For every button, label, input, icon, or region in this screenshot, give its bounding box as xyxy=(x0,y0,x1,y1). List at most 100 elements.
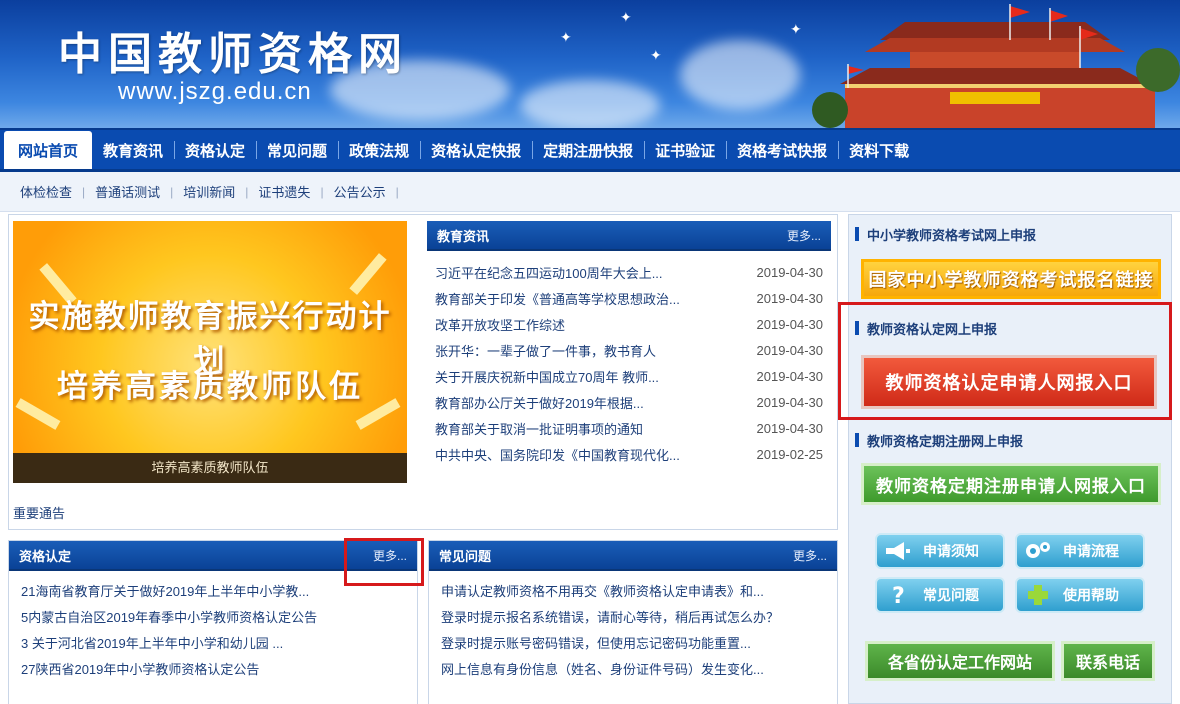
highlight-box-more xyxy=(344,538,424,586)
news-item-title[interactable]: 教育部关于印发《普通高等学校思想政治... xyxy=(435,289,680,308)
nav-item-certificate-verify[interactable]: 证书验证 xyxy=(644,131,726,169)
registration-application-entry-button[interactable]: 教师资格定期注册申请人网报入口 xyxy=(861,463,1161,505)
ray-decoration xyxy=(349,253,387,295)
subnav-separator: | xyxy=(395,184,399,199)
faq-title: 常见问题 xyxy=(439,548,492,564)
news-item[interactable]: 教育部关于印发《普通高等学校思想政治... 2019-04-30 xyxy=(435,285,823,311)
help-label: 使用帮助 xyxy=(1063,587,1119,603)
news-item[interactable]: 改革开放攻坚工作综述 2019-04-30 xyxy=(435,311,823,337)
site-banner: ✦ ✦ ✦ ✦ 中国教师资格网 www.jszg.edu.cn xyxy=(0,0,1180,128)
nav-item-education-news[interactable]: 教育资讯 xyxy=(92,131,174,169)
site-title: 中国教师资格网 xyxy=(58,29,408,80)
nav-item-exam-report[interactable]: 资格考试快报 xyxy=(726,131,838,169)
feature-banner[interactable]: 实施教师教育振兴行动计划 培养高素质教师队伍 培养高素质教师队伍 xyxy=(13,221,407,483)
news-item[interactable]: 关于开展庆祝新中国成立70周年 教师... 2019-04-30 xyxy=(435,363,823,389)
list-item[interactable]: 3 关于河北省2019年上半年中小学和幼儿园 ... xyxy=(21,629,405,655)
education-news-box: 教育资讯 更多... 习近平在纪念五四运动100周年大会上... 2019-04-… xyxy=(427,221,831,497)
highlight-box-cert xyxy=(838,302,1172,420)
list-item[interactable]: 27陕西省2019年中小学教师资格认定公告 xyxy=(21,655,405,681)
cloud-decoration xyxy=(520,80,660,128)
svg-text:?: ? xyxy=(892,584,905,607)
subnav-item-mandarin-test[interactable]: 普通话测试 xyxy=(85,182,170,201)
faq-shortcut-label: 常见问题 xyxy=(923,587,979,603)
feature-subheadline: 培养高素质教师队伍 xyxy=(57,369,363,405)
registration-section-header: 教师资格定期注册网上申报 xyxy=(855,425,1167,455)
registration-section-title: 教师资格定期注册网上申报 xyxy=(867,433,1024,449)
featured-news-panel: 实施教师教育振兴行动计划 培养高素质教师队伍 培养高素质教师队伍 重要通告 教育… xyxy=(8,214,838,530)
news-item[interactable]: 中共中央、国务院印发《中国教育现代化... 2019-02-25 xyxy=(435,441,823,467)
sub-nav: 体检检查 | 普通话测试 | 培训新闻 | 证书遗失 | 公告公示 | xyxy=(0,172,1180,212)
provincial-sites-button[interactable]: 各省份认定工作网站 xyxy=(865,641,1055,681)
news-item[interactable]: 张开华：一辈子做了一件事，教书育人 2019-04-30 xyxy=(435,337,823,363)
list-item[interactable]: 5内蒙古自治区2019年春季中小学教师资格认定公告 xyxy=(21,603,405,629)
nav-item-downloads[interactable]: 资料下载 xyxy=(838,131,920,169)
application-process-label: 申请流程 xyxy=(1063,543,1119,559)
news-item[interactable]: 教育部关于取消一批证明事项的通知 2019-04-30 xyxy=(435,415,823,441)
application-notice-button[interactable]: 申请须知 xyxy=(875,533,1005,569)
education-news-header: 教育资讯 更多... xyxy=(427,221,831,251)
news-item-date: 2019-04-30 xyxy=(756,394,824,410)
subnav-item-announcements[interactable]: 公告公示 xyxy=(324,182,396,201)
site-url: www.jszg.edu.cn xyxy=(118,78,312,105)
feature-caption: 培养高素质教师队伍 xyxy=(13,453,407,483)
exam-registration-link-button[interactable]: 国家中小学教师资格考试报名链接 xyxy=(861,259,1161,299)
nav-item-faq[interactable]: 常见问题 xyxy=(256,131,338,169)
star-icon: ✦ xyxy=(650,48,662,64)
news-item-title[interactable]: 张开华：一辈子做了一件事，教书育人 xyxy=(435,341,656,360)
nav-item-registration-report[interactable]: 定期注册快报 xyxy=(532,131,644,169)
news-item-title[interactable]: 改革开放攻坚工作综述 xyxy=(435,315,565,334)
megaphone-icon xyxy=(883,537,913,565)
plus-icon xyxy=(1023,581,1053,609)
list-item[interactable]: 登录时提示账号密码错误，但使用忘记密码功能重置... xyxy=(441,629,825,655)
news-item-date: 2019-04-30 xyxy=(756,420,824,436)
application-process-button[interactable]: 申请流程 xyxy=(1015,533,1145,569)
question-icon: ? xyxy=(883,581,913,609)
education-news-title: 教育资讯 xyxy=(437,228,490,244)
news-item-date: 2019-04-30 xyxy=(756,290,824,306)
nav-item-home[interactable]: 网站首页 xyxy=(4,131,93,169)
education-news-more-link[interactable]: 更多... xyxy=(787,227,821,244)
nav-item-policy[interactable]: 政策法规 xyxy=(338,131,420,169)
news-item-title[interactable]: 关于开展庆祝新中国成立70周年 教师... xyxy=(435,367,659,386)
list-item[interactable]: 网上信息有身份信息（姓名、身份证件号码）发生变化... xyxy=(441,655,825,681)
star-icon: ✦ xyxy=(620,10,632,26)
main-nav: 网站首页 教育资讯 资格认定 常见问题 政策法规 资格认定快报 定期注册快报 证… xyxy=(0,128,1180,172)
faq-list: 申请认定教师资格不用再交《教师资格认定申请表》和... 登录时提示报名系统错误，… xyxy=(429,571,837,681)
star-icon: ✦ xyxy=(790,22,802,38)
list-item[interactable]: 登录时提示报名系统错误，请耐心等待，稍后再试怎么办？ xyxy=(441,603,825,629)
nav-item-qualification-report[interactable]: 资格认定快报 xyxy=(420,131,532,169)
section-marker xyxy=(855,227,859,241)
qualification-title: 资格认定 xyxy=(19,548,72,564)
news-item-date: 2019-04-30 xyxy=(756,368,824,384)
section-marker xyxy=(855,433,859,447)
news-item-title[interactable]: 习近平在纪念五四运动100周年大会上... xyxy=(435,263,663,282)
faq-panel: 常见问题 更多... 申请认定教师资格不用再交《教师资格认定申请表》和... 登… xyxy=(428,540,838,704)
news-item-date: 2019-04-30 xyxy=(756,316,824,332)
contact-phone-button[interactable]: 联系电话 xyxy=(1061,641,1155,681)
exam-section-title: 中小学教师资格考试网上申报 xyxy=(867,227,1037,243)
list-item[interactable]: 申请认定教师资格不用再交《教师资格认定申请表》和... xyxy=(441,577,825,603)
news-item-date: 2019-04-30 xyxy=(756,264,824,280)
news-item-date: 2019-04-30 xyxy=(756,342,824,358)
exam-section-header: 中小学教师资格考试网上申报 xyxy=(855,219,1167,249)
news-item-title[interactable]: 教育部关于取消一批证明事项的通知 xyxy=(435,419,643,438)
subnav-item-training-news[interactable]: 培训新闻 xyxy=(173,182,245,201)
faq-more-link[interactable]: 更多... xyxy=(793,547,827,564)
faq-header: 常见问题 更多... xyxy=(429,541,837,571)
subnav-item-health-check[interactable]: 体检检查 xyxy=(10,182,82,201)
important-notice-link[interactable]: 重要通告 xyxy=(13,503,65,522)
right-sidebar: 中小学教师资格考试网上申报 国家中小学教师资格考试报名链接 教师资格认定网上申报… xyxy=(848,214,1172,704)
faq-shortcut-button[interactable]: ? 常见问题 xyxy=(875,577,1005,613)
subnav-item-certificate-loss[interactable]: 证书遗失 xyxy=(248,182,320,201)
qualification-list: 21海南省教育厅关于做好2019年上半年中小学教... 5内蒙古自治区2019年… xyxy=(9,571,417,681)
news-item[interactable]: 教育部办公厅关于做好2019年根据... 2019-04-30 xyxy=(435,389,823,415)
news-item[interactable]: 习近平在纪念五四运动100周年大会上... 2019-04-30 xyxy=(435,259,823,285)
cloud-decoration xyxy=(680,40,800,110)
help-button[interactable]: 使用帮助 xyxy=(1015,577,1145,613)
education-news-list: 习近平在纪念五四运动100周年大会上... 2019-04-30 教育部关于印发《… xyxy=(427,251,831,467)
nav-item-qualification[interactable]: 资格认定 xyxy=(174,131,256,169)
news-item-title[interactable]: 教育部办公厅关于做好2019年根据... xyxy=(435,393,644,412)
gears-icon xyxy=(1023,537,1053,565)
news-item-title[interactable]: 中共中央、国务院印发《中国教育现代化... xyxy=(435,445,680,464)
application-notice-label: 申请须知 xyxy=(923,543,979,559)
